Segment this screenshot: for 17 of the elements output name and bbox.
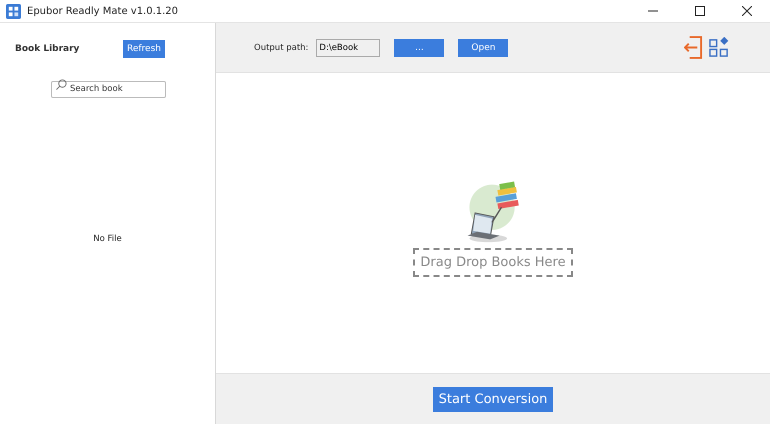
- exit-icon[interactable]: [684, 36, 703, 59]
- drop-zone[interactable]: Drag Drop Books Here: [413, 248, 573, 277]
- maximize-icon[interactable]: [695, 6, 705, 16]
- start-conversion-button[interactable]: Start Conversion: [433, 386, 553, 412]
- app-icon: [6, 4, 21, 18]
- search-field[interactable]: Search book: [51, 80, 166, 98]
- sidebar-title: Book Library: [15, 44, 80, 54]
- refresh-button[interactable]: Refresh: [123, 40, 165, 58]
- window-title: Epubor Readly Mate v1.0.1.20: [27, 6, 178, 16]
- browse-button[interactable]: ...: [394, 38, 444, 56]
- empty-message: No File: [93, 234, 122, 244]
- output-path-field[interactable]: D:\eBook: [316, 38, 380, 56]
- search-icon: [56, 79, 67, 90]
- output-path-label: Output path:: [254, 42, 308, 52]
- close-icon[interactable]: [742, 6, 752, 16]
- apps-icon[interactable]: [709, 37, 730, 58]
- open-button[interactable]: Open: [458, 38, 508, 56]
